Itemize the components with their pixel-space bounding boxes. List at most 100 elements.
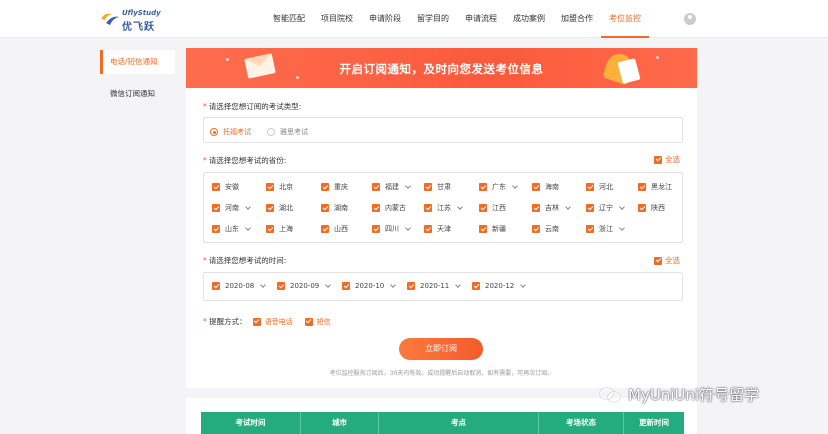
province-checkbox[interactable]: 江苏 xyxy=(424,203,463,213)
province-label: 吉林 xyxy=(545,204,559,212)
brand-logo[interactable]: UflyStudy 优飞跃 xyxy=(100,7,170,33)
checkbox-icon xyxy=(321,225,329,233)
watermark: MyUniUni符号留学 xyxy=(600,384,759,405)
remind-sms-option[interactable]: 短信 xyxy=(304,317,331,327)
chevron-down-icon[interactable] xyxy=(512,182,518,189)
province-label: 河南 xyxy=(225,204,239,212)
user-avatar-icon[interactable] xyxy=(684,13,696,25)
radio-toefl[interactable]: 托福考试 xyxy=(210,127,251,137)
table-header-cell: 更新时间 xyxy=(639,418,669,427)
chevron-down-icon[interactable] xyxy=(245,203,251,210)
nav-item-6[interactable]: 加盟合作 xyxy=(553,0,601,38)
checkbox-icon xyxy=(479,204,487,212)
province-label: 河北 xyxy=(599,183,613,191)
nav-item-7[interactable]: 考位监控 xyxy=(601,0,649,38)
province-checkbox[interactable]: 北京 xyxy=(266,182,293,192)
checkbox-icon xyxy=(424,225,432,233)
chevron-down-icon[interactable] xyxy=(405,182,411,189)
province-label: 广东 xyxy=(492,183,506,191)
month-label: 2020-11 xyxy=(420,282,450,290)
nav-item-2[interactable]: 申请阶段 xyxy=(361,0,409,38)
chevron-down-icon[interactable] xyxy=(405,224,411,231)
checkbox-icon xyxy=(407,282,415,290)
province-checkbox[interactable]: 湖南 xyxy=(321,203,348,213)
nav-item-0[interactable]: 智能匹配 xyxy=(265,0,313,38)
table-header-cell: 考试时间 xyxy=(201,412,301,434)
month-label: 2020-08 xyxy=(225,282,255,290)
sidebar-item-0[interactable]: 电话/短信通知 xyxy=(100,50,175,74)
radio-circle-icon xyxy=(210,128,218,136)
chevron-down-icon[interactable] xyxy=(390,281,397,288)
province-checkbox[interactable]: 甘肃 xyxy=(424,182,451,192)
sidebar-item-1[interactable]: 微信订阅通知 xyxy=(100,82,175,106)
table-header-cell: 考点 xyxy=(379,412,539,434)
province-label: 湖北 xyxy=(279,204,293,212)
checkbox-icon xyxy=(532,183,540,191)
province-checkbox[interactable]: 辽宁 xyxy=(586,203,625,213)
remind-phone-option[interactable]: 语音电话 xyxy=(252,317,293,327)
chevron-down-icon[interactable] xyxy=(520,281,527,288)
chevron-down-icon[interactable] xyxy=(619,224,625,231)
chevron-down-icon[interactable] xyxy=(260,281,267,288)
province-label: 浙江 xyxy=(599,225,613,233)
nav-item-5[interactable]: 成功案例 xyxy=(505,0,553,38)
province-checkbox[interactable]: 河北 xyxy=(586,182,613,192)
province-checkbox[interactable]: 广东 xyxy=(479,182,518,192)
month-checkbox[interactable]: 2020-09 xyxy=(277,281,332,290)
province-label: 江苏 xyxy=(437,204,451,212)
province-checkbox[interactable]: 河南 xyxy=(212,203,251,213)
remind-option-label: 语音电话 xyxy=(264,317,293,326)
checkbox-icon xyxy=(321,204,329,212)
province-label: 上海 xyxy=(279,225,293,233)
province-select-all[interactable]: 全选 xyxy=(654,154,680,165)
province-checkbox[interactable]: 上海 xyxy=(266,224,293,234)
province-checkbox[interactable]: 重庆 xyxy=(321,182,348,192)
province-label: 山东 xyxy=(225,225,239,233)
chevron-down-icon[interactable] xyxy=(457,203,463,210)
province-label: 甘肃 xyxy=(437,183,451,191)
month-checkbox[interactable]: 2020-10 xyxy=(342,281,397,290)
province-checkbox[interactable]: 云南 xyxy=(532,224,559,234)
province-checkbox[interactable]: 内蒙古 xyxy=(372,203,406,213)
province-checkbox[interactable]: 湖北 xyxy=(266,203,293,213)
nav-item-4[interactable]: 申请流程 xyxy=(457,0,505,38)
province-checkbox[interactable]: 四川 xyxy=(372,224,411,234)
checkbox-icon xyxy=(586,183,594,191)
banner-title: 开启订阅通知，及时向您发送考位信息 xyxy=(339,62,544,76)
checkbox-icon xyxy=(479,183,487,191)
province-checkbox[interactable]: 黑龙江 xyxy=(638,182,672,192)
subscribe-button[interactable]: 立即订阅 xyxy=(399,338,483,360)
province-checkbox[interactable]: 安徽 xyxy=(212,182,239,192)
province-label: 海南 xyxy=(545,183,559,191)
month-checkbox[interactable]: 2020-12 xyxy=(472,281,527,290)
province-checkbox[interactable]: 天津 xyxy=(424,224,451,234)
chevron-down-icon[interactable] xyxy=(245,224,251,231)
province-checkbox[interactable]: 吉林 xyxy=(532,203,571,213)
checkbox-icon xyxy=(321,183,329,191)
checkbox-icon xyxy=(586,225,594,233)
checkbox-icon xyxy=(638,204,646,212)
nav-item-3[interactable]: 留学目的 xyxy=(409,0,457,38)
chevron-down-icon[interactable] xyxy=(619,203,625,210)
nav-item-1[interactable]: 项目院校 xyxy=(313,0,361,38)
chevron-down-icon[interactable] xyxy=(455,281,462,288)
province-checkbox[interactable]: 浙江 xyxy=(586,224,625,234)
month-checkbox[interactable]: 2020-08 xyxy=(212,281,267,290)
province-checkbox[interactable]: 海南 xyxy=(532,182,559,192)
province-checkbox[interactable]: 新疆 xyxy=(479,224,506,234)
month-label: 2020-10 xyxy=(355,282,385,290)
province-checkbox[interactable]: 福建 xyxy=(372,182,411,192)
chevron-down-icon[interactable] xyxy=(565,203,571,210)
month-select-all[interactable]: 全选 xyxy=(654,255,680,266)
province-checkbox[interactable]: 山东 xyxy=(212,224,251,234)
select-all-label: 全选 xyxy=(665,256,680,265)
radio-ielts[interactable]: 雅思考试 xyxy=(267,127,308,137)
radio-label: 托福考试 xyxy=(223,128,251,136)
province-label: 湖南 xyxy=(334,204,348,212)
province-checkbox[interactable]: 陕西 xyxy=(638,203,665,213)
province-checkbox[interactable]: 江西 xyxy=(479,203,506,213)
province-checkbox[interactable]: 山西 xyxy=(321,224,348,234)
province-label: 安徽 xyxy=(225,183,239,191)
month-checkbox[interactable]: 2020-11 xyxy=(407,281,462,290)
chevron-down-icon[interactable] xyxy=(325,281,332,288)
